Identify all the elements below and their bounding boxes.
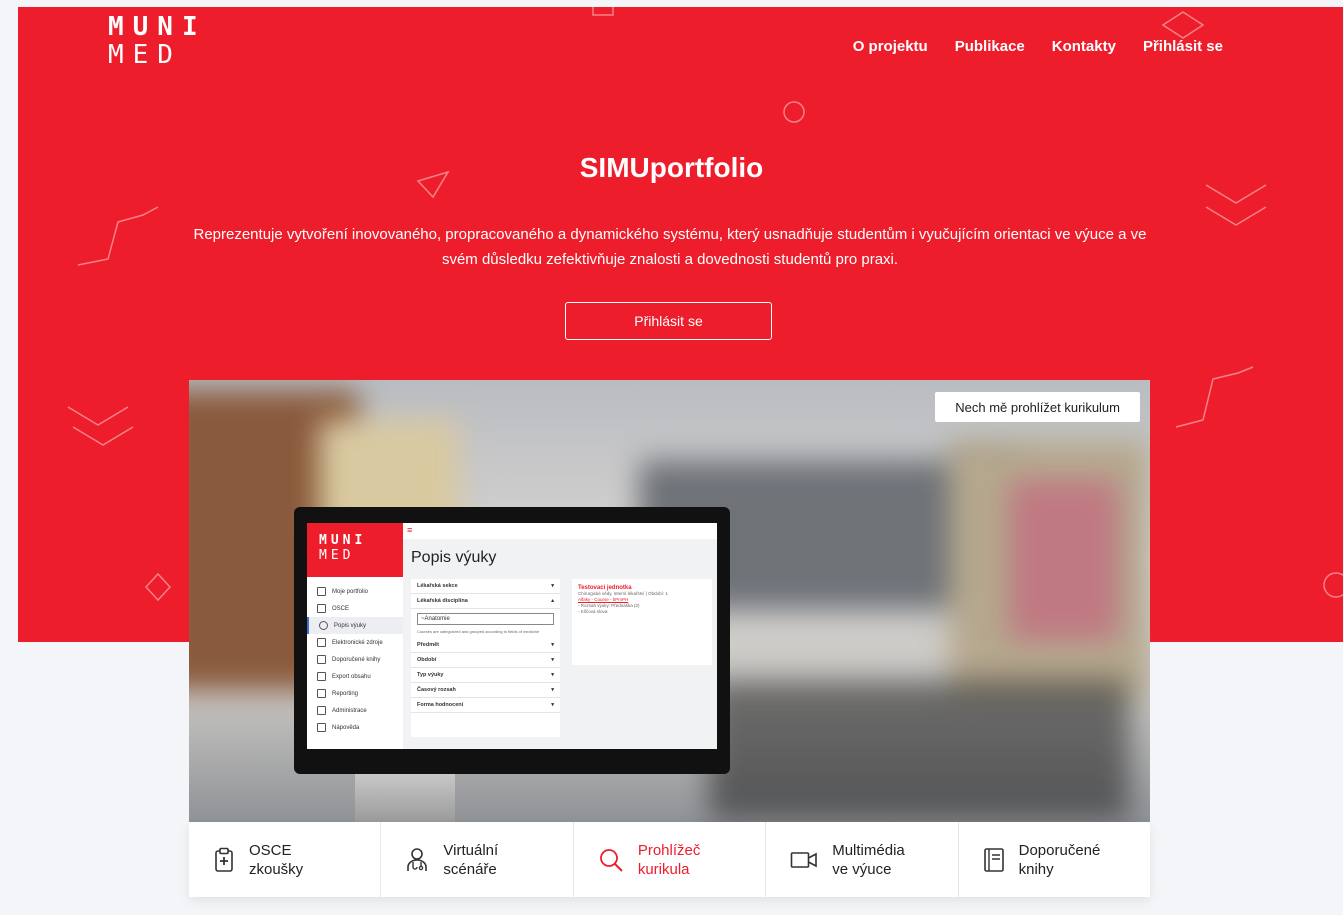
screen-filter-row: Předmět ▾ (411, 638, 560, 653)
screen-sidebar-item: Reporting (307, 685, 403, 702)
screen-sidebar-label: Reporting (332, 690, 359, 697)
screen-topbar: ≡ (403, 523, 717, 539)
book-icon (317, 655, 326, 664)
doctor-icon (407, 847, 428, 871)
screen-filter-input: ~Anatomie (417, 613, 554, 625)
clipboard-plus-icon (215, 847, 233, 872)
book-icon (983, 847, 1004, 872)
chevron-down-icon: ▾ (551, 687, 554, 693)
chevron-down-icon: ▾ (551, 642, 554, 648)
screen-filter-row: Časový rozsah ▾ (411, 683, 560, 698)
tab-osce[interactable]: OSCE zkoušky (189, 822, 382, 897)
chevron-up-icon: ▴ (551, 598, 554, 604)
screen-sidebar-item: Administrace (307, 702, 403, 719)
chevron-down-icon: ▾ (551, 583, 554, 589)
screen-sidebar-label: Moje portfolio (332, 588, 369, 595)
screen-filter-label: Období (417, 657, 437, 663)
screen-filter-row: Lékařská disciplína ▴ (411, 594, 560, 609)
nav-kontakty[interactable]: Kontakty (1052, 38, 1116, 55)
screen-filter-label: Typ výuky (417, 672, 444, 678)
screen-sidebar-item: OSCE (307, 600, 403, 617)
search-icon (599, 848, 623, 872)
hero-title: SIMUportfolio (579, 152, 764, 183)
screen-sidebar-item: Elektronické zdroje (307, 634, 403, 651)
monitor-stand (355, 774, 455, 822)
screen-filter-row: Forma hodnocení ▾ (411, 698, 560, 713)
tab-virtual-scenarios[interactable]: Virtuální scénáře (381, 822, 574, 897)
screen-filter-row: Lékařská sekce ▾ (411, 579, 560, 594)
help-icon (317, 723, 326, 732)
screen-sidebar-label: Administrace (332, 707, 367, 714)
screen-sidebar-label: Doporučené knihy (332, 656, 381, 663)
screen-sidebar-item: Moje portfolio (307, 583, 403, 600)
screen-sidebar: MUNI MED Moje portfolio OSCE Popis výuky… (307, 523, 403, 749)
logo-line2: MED (108, 40, 182, 70)
screen-sidebar-label: Popis výuky (334, 622, 367, 629)
hamburger-icon: ≡ (407, 525, 413, 535)
screen-filter-label: Lékařská sekce (417, 583, 458, 589)
screen-content: MUNI MED Moje portfolio OSCE Popis výuky… (307, 523, 717, 749)
search-icon (319, 621, 328, 630)
tab-label: Multimédia ve výuce (832, 841, 905, 878)
nav-o-projektu[interactable]: O projektu (853, 38, 928, 55)
tab-recommended-books[interactable]: Doporučené knihy (959, 822, 1150, 897)
tab-label: Prohlížeč kurikula (637, 841, 701, 878)
screen-logo-line1: MUNI (319, 533, 367, 548)
screen-sidebar-item: Export obsahu (307, 668, 403, 685)
screen-filter-row: Období ▾ (411, 653, 560, 668)
preview-image: Nech mě prohlížet kurikulum MUNI MED Moj… (189, 380, 1150, 822)
tab-multimedia[interactable]: Multimédia ve výuce (766, 822, 959, 897)
tab-label: Virtuální scénáře (443, 841, 499, 878)
resource-icon (317, 638, 326, 647)
screen-sidebar-label: Nápověda (332, 724, 360, 731)
main-nav: O projektu Publikace Kontakty Přihlásit … (853, 38, 1223, 55)
screen-filter-label: Časový rozsah (417, 687, 456, 693)
screen-sidebar-label: Elektronické zdroje (332, 639, 383, 646)
screen-filter-row: Typ výuky ▾ (411, 668, 560, 683)
chevron-down-icon: ▾ (551, 672, 554, 678)
screen-logo: MUNI MED (307, 523, 403, 577)
chevron-down-icon: ▾ (551, 657, 554, 663)
gear-icon (317, 706, 326, 715)
logo-line1: MUNI (108, 12, 207, 42)
screen-sidebar-item: Doporučené knihy (307, 651, 403, 668)
nav-login[interactable]: Přihlásit se (1143, 38, 1223, 55)
feature-tabs: OSCE zkoušky Virtuální scénáře Prohlížeč… (189, 822, 1150, 897)
home-icon (317, 587, 326, 596)
munimed-logo[interactable]: MUNI MED (108, 14, 207, 68)
screen-filter-note: Courses are categorized and grouped acco… (417, 629, 540, 634)
nav-publikace[interactable]: Publikace (955, 38, 1025, 55)
export-icon (317, 672, 326, 681)
screen-sidebar-label: OSCE (332, 605, 350, 612)
screen-sidebar-item: Nápověda (307, 719, 403, 736)
screen-filter-panel: Lékařská sekce ▾ Lékařská disciplína ▴ ~An… (411, 579, 560, 737)
chart-icon (317, 689, 326, 698)
screen-card-line: - Klíčová slova: (578, 609, 609, 614)
screen-logo-line2: MED (319, 548, 355, 563)
video-camera-icon (790, 851, 818, 868)
screen-sidebar-item: Popis výuky (307, 617, 403, 634)
screen-sidebar-label: Export obsahu (332, 673, 371, 680)
hero-description: Reprezentuje vytvoření inovovaného, prop… (193, 226, 1147, 268)
tab-label: OSCE zkoušky (249, 841, 304, 878)
hero-login-button[interactable]: Přihlásit se (565, 302, 772, 340)
clipboard-icon (317, 604, 326, 613)
screen-title: Popis výuky (411, 549, 497, 566)
screen-filter-label: Předmět (417, 642, 440, 648)
screen-result-card: Testovací jednotka Chirurgické vědy, Int… (572, 579, 712, 665)
monitor-mockup: MUNI MED Moje portfolio OSCE Popis výuky… (294, 507, 730, 774)
tab-curriculum-browser[interactable]: Prohlížeč kurikula (574, 822, 767, 897)
tab-label: Doporučené knihy (1018, 841, 1101, 878)
screen-filter-label: Lékařská disciplína (417, 598, 468, 604)
screen-filter-label: Forma hodnocení (417, 702, 464, 708)
browse-curriculum-button[interactable]: Nech mě prohlížet kurikulum (935, 392, 1140, 422)
chevron-down-icon: ▾ (551, 702, 554, 708)
